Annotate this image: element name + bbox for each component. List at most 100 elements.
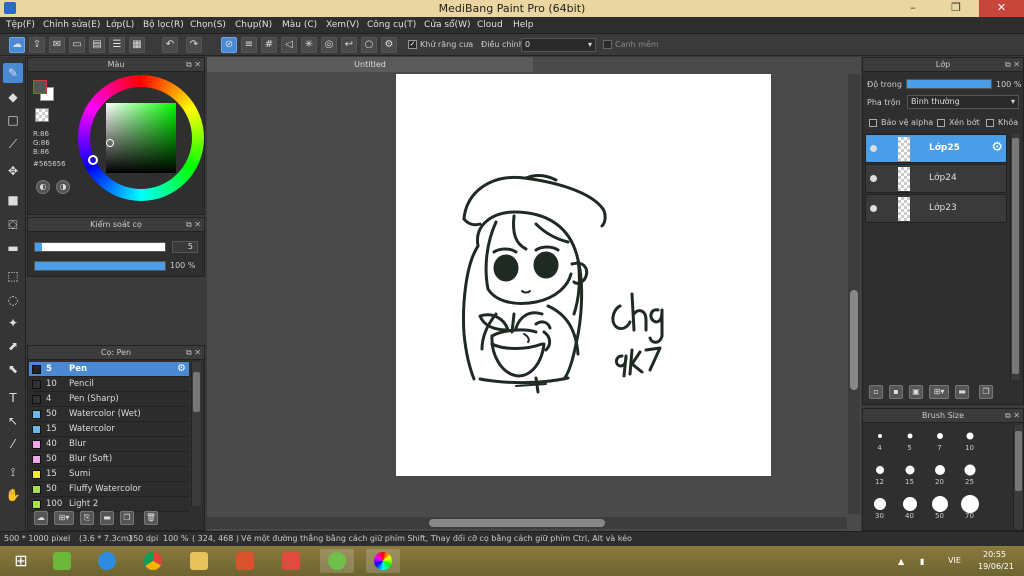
brush-item[interactable]: 5 Pen ⚙ (29, 362, 189, 377)
snap-soft-checkbox[interactable] (603, 40, 612, 49)
brush-tool-icon[interactable]: ✎ (3, 63, 23, 83)
panel-controls[interactable]: ⧉ ✕ (186, 346, 201, 360)
file-explorer-icon[interactable] (182, 549, 216, 573)
cloud-sync-icon[interactable]: ☁ (9, 37, 25, 53)
hue-wheel[interactable] (78, 75, 204, 201)
palette-icon[interactable]: ◐ (36, 180, 50, 194)
upload-icon[interactable]: ⇪ (29, 37, 45, 53)
divide-tool-icon[interactable]: ⁄ (3, 434, 23, 454)
menu-filter[interactable]: Bộ lọc(R) (143, 20, 184, 30)
brush-item[interactable]: 50 Fluffy Watercolor (29, 482, 189, 497)
brush-size-cell[interactable]: 30 (865, 495, 894, 520)
comment-icon[interactable]: ✉ (49, 37, 65, 53)
select-pen-tool-icon[interactable]: ⬈ (3, 336, 23, 356)
layer-opacity-slider[interactable] (906, 79, 992, 89)
menu-window[interactable]: Cửa sổ(W) (424, 20, 470, 30)
operation-tool-icon[interactable]: ↖ (3, 411, 23, 431)
list-icon[interactable]: ☰ (109, 37, 125, 53)
office-app-icon[interactable] (228, 549, 262, 573)
brush-delete-icon[interactable]: 🗑 (144, 511, 158, 525)
brush-cloud-icon[interactable]: ☁ (34, 511, 48, 525)
brush-size-scrollbar[interactable] (1013, 425, 1023, 529)
color-marker[interactable] (106, 139, 114, 147)
brush-size-value[interactable]: 5 (172, 241, 198, 253)
select-eraser-tool-icon[interactable]: ⬉ (3, 359, 23, 379)
scroll-thumb[interactable] (193, 372, 200, 412)
layer-scrollbar[interactable] (1010, 134, 1020, 380)
scroll-thumb[interactable] (1015, 431, 1022, 491)
ellipse-snap-icon[interactable]: ○ (361, 37, 377, 53)
clock-date[interactable]: 19/06/21 (978, 562, 1014, 571)
brush-size-cell[interactable]: 7 (925, 427, 954, 452)
brush-size-slider[interactable] (34, 242, 166, 252)
text-tool-icon[interactable]: T (3, 388, 23, 408)
brush-item[interactable]: 15 Sumi (29, 467, 189, 482)
undo-icon[interactable]: ↶ (162, 37, 178, 53)
snap-off-icon[interactable]: ⊘ (221, 37, 237, 53)
document-tab[interactable]: Untitled (207, 57, 533, 72)
palette-add-icon[interactable]: ◑ (56, 180, 70, 194)
brush-item[interactable]: 100 Light 2 (29, 497, 189, 512)
correction-select[interactable]: 0 ▾ (521, 38, 596, 52)
transparent-color-swatch[interactable] (35, 108, 49, 122)
clipping-checkbox[interactable] (937, 119, 945, 127)
internet-explorer-icon[interactable] (90, 549, 124, 573)
curve-snap-icon[interactable]: ↩ (341, 37, 357, 53)
layer-row[interactable]: Lớp25 ⚙ (865, 134, 1007, 163)
add-layer-menu-icon[interactable]: ⊞▾ (929, 385, 949, 399)
menu-help[interactable]: Help (513, 20, 534, 30)
canvas-vertical-scrollbar[interactable] (848, 74, 860, 514)
close-button[interactable]: ✕ (979, 0, 1024, 17)
folder-icon[interactable]: ▬ (955, 385, 969, 399)
medibang-taskbar-icon[interactable] (366, 549, 400, 573)
cross-snap-icon[interactable]: # (261, 37, 277, 53)
brush-item[interactable]: 50 Blur (Soft) (29, 452, 189, 467)
scroll-thumb[interactable] (850, 290, 858, 390)
layer-row[interactable]: Lớp23 (865, 194, 1007, 223)
antialias-checkbox[interactable]: ✓ (408, 40, 417, 49)
fill-rect-tool-icon[interactable]: ■ (3, 190, 23, 210)
new-layer-icon[interactable]: ▫ (869, 385, 883, 399)
brush-folder-icon[interactable]: ▬ (100, 511, 114, 525)
menu-edit[interactable]: Chỉnh sửa(E) (43, 20, 100, 30)
radial-snap-icon[interactable]: ✳ (301, 37, 317, 53)
protect-alpha-checkbox[interactable] (869, 119, 877, 127)
brush-add-icon[interactable]: ⊞▾ (54, 511, 74, 525)
chrome-icon[interactable] (136, 549, 170, 573)
menu-view[interactable]: Xem(V) (326, 20, 359, 30)
brush-size-cell[interactable]: 12 (865, 461, 894, 486)
rectangle-tool-icon[interactable]: □ (3, 110, 23, 130)
brush-duplicate-icon[interactable]: ❐ (120, 511, 134, 525)
gear-icon[interactable]: ⚙ (991, 140, 1003, 155)
menu-tools[interactable]: Công cụ(T) (367, 20, 416, 30)
visibility-eye-icon[interactable] (870, 175, 877, 182)
snap-settings-icon[interactable]: ⚙ (381, 37, 397, 53)
tray-arrow-icon[interactable]: ▲ (898, 557, 904, 566)
drawing-canvas[interactable] (396, 74, 771, 476)
duplicate-layer-icon[interactable]: ❐ (979, 385, 993, 399)
magic-wand-tool-icon[interactable]: ✦ (3, 313, 23, 333)
bucket-tool-icon[interactable]: ⛋ (3, 215, 23, 235)
select-rect-tool-icon[interactable]: ⬚ (3, 266, 23, 286)
chat-icon[interactable]: ▭ (69, 37, 85, 53)
menu-select[interactable]: Chọn(S) (190, 20, 226, 30)
brush-size-cell[interactable]: 10 (955, 427, 984, 452)
canvas-horizontal-scrollbar[interactable] (207, 517, 847, 529)
blend-mode-select[interactable]: Bình thường ▾ (907, 95, 1019, 109)
line-tool-icon[interactable]: ⟋ (3, 134, 23, 154)
brush-item[interactable]: 10 Pencil (29, 377, 189, 392)
eraser-tool-icon[interactable]: ◆ (3, 87, 23, 107)
menu-cloud[interactable]: Cloud (477, 20, 503, 30)
visibility-eye-icon[interactable] (870, 205, 877, 212)
menu-color[interactable]: Màu (C) (282, 20, 317, 30)
menu-file[interactable]: Tệp(F) (6, 20, 35, 30)
brush-copy-icon[interactable]: ⎘ (80, 511, 94, 525)
minimize-button[interactable]: – (893, 0, 933, 17)
panel-controls[interactable]: ⧉ ✕ (186, 218, 201, 232)
brush-size-cell[interactable]: 70 (955, 495, 984, 520)
brush-item[interactable]: 40 Blur (29, 437, 189, 452)
scroll-thumb[interactable] (429, 519, 605, 527)
move-tool-icon[interactable]: ✥ (3, 161, 23, 181)
hand-tool-icon[interactable]: ✋ (3, 485, 23, 505)
bluestacks-icon[interactable] (45, 549, 79, 573)
